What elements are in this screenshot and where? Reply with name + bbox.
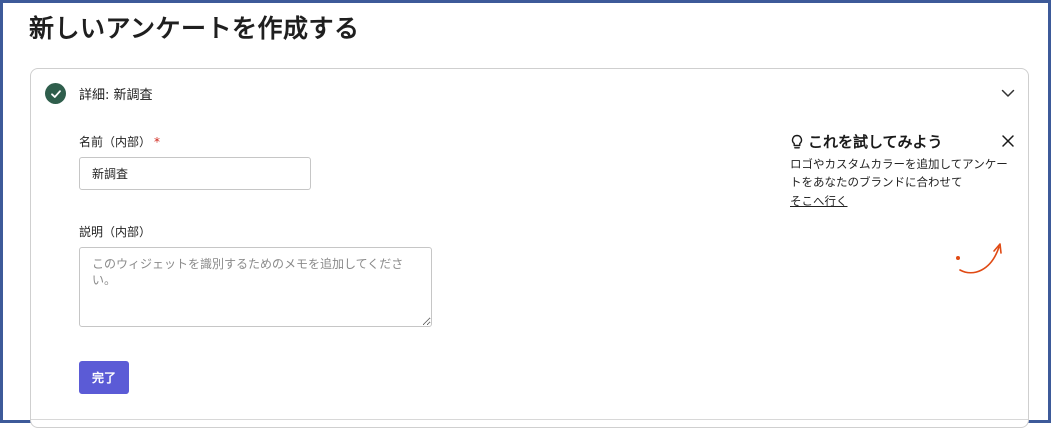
name-field-label: 名前（内部） *	[79, 133, 160, 150]
description-textarea[interactable]	[79, 247, 432, 327]
required-mark: *	[154, 135, 161, 149]
card-divider	[31, 419, 1028, 420]
name-input[interactable]	[79, 157, 311, 190]
close-icon[interactable]	[1000, 133, 1016, 149]
description-field-label: 説明（内部）	[79, 225, 152, 239]
check-circle-icon	[45, 83, 66, 104]
lightbulb-icon	[790, 134, 804, 150]
go-there-link[interactable]: そこへ行く	[790, 193, 848, 209]
tip-title: これを試してみよう	[808, 133, 943, 151]
name-field-label-text: 名前（内部）	[79, 135, 152, 149]
details-card: 詳細: 新調査 名前（内部）* 説明（内部） 完了	[30, 68, 1029, 428]
page-title: 新しいアンケートを作成する	[29, 14, 360, 43]
section-title: 詳細: 新調査	[79, 88, 153, 103]
details-card-header[interactable]: 詳細: 新調査	[31, 69, 1028, 117]
arrow-decoration-icon	[956, 243, 1002, 274]
tip-body: ロゴやカスタムカラーを追加してアンケートをあなたのブランドに合わせて	[790, 157, 1008, 189]
chevron-down-icon[interactable]	[1000, 85, 1016, 101]
done-button[interactable]: 完了	[79, 361, 129, 394]
